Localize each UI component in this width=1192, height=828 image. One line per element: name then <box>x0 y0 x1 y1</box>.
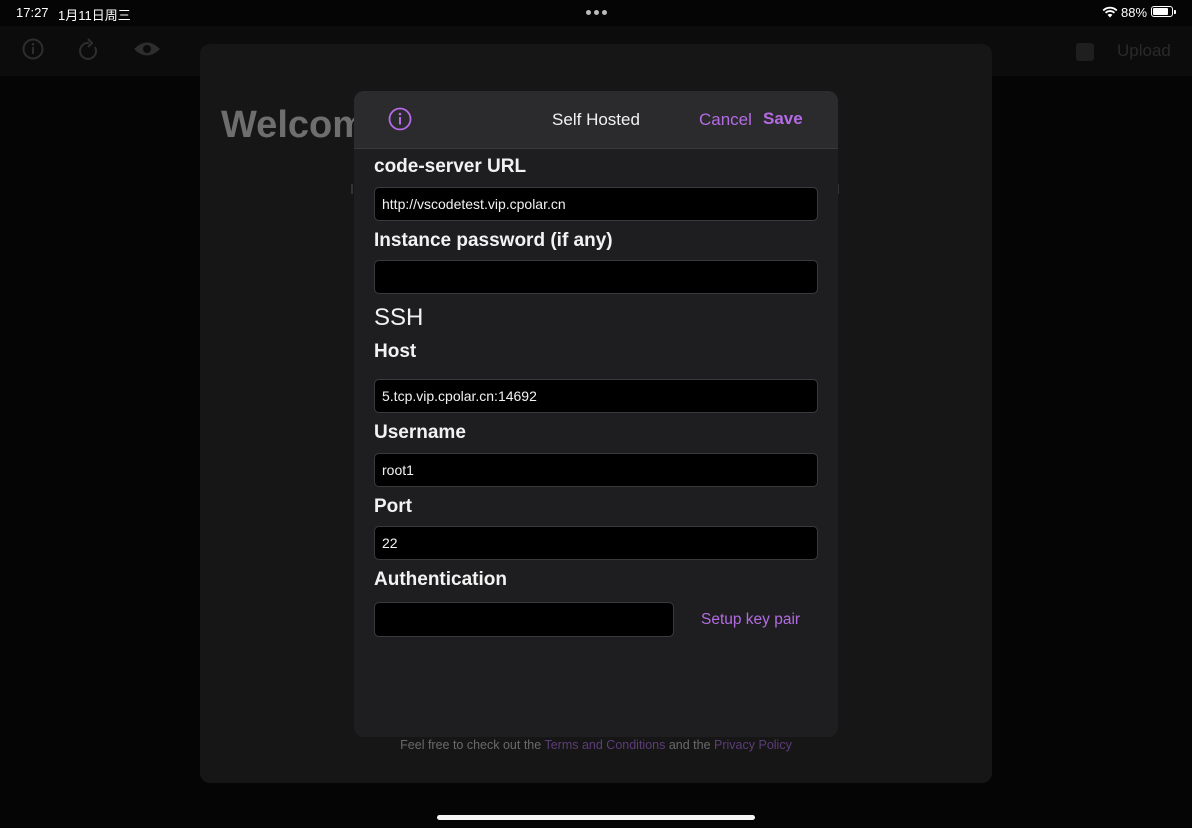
multitask-dots-icon[interactable] <box>586 10 607 15</box>
refresh-icon <box>79 38 98 60</box>
port-label: Port <box>374 496 412 517</box>
footer-middle: and the <box>665 738 715 752</box>
eye-icon <box>134 42 160 56</box>
authentication-label: Authentication <box>374 569 507 590</box>
host-label: Host <box>374 341 417 362</box>
home-indicator[interactable] <box>437 815 755 820</box>
battery-percent: 88% <box>1121 5 1148 20</box>
info-icon <box>22 38 44 60</box>
code-server-url-input[interactable]: http://vscodetest.vip.cpolar.cn <box>374 187 818 221</box>
footer-text: Feel free to check out the Terms and Con… <box>200 738 992 752</box>
wifi-icon <box>1102 6 1118 18</box>
host-input[interactable]: 5.tcp.vip.cpolar.cn:14692 <box>374 379 818 413</box>
upload-checkbox <box>1076 43 1094 61</box>
setup-key-pair-button[interactable]: Setup key pair <box>701 611 800 629</box>
authentication-input[interactable] <box>374 602 674 637</box>
status-time: 17:27 <box>16 5 49 20</box>
save-button[interactable]: Save <box>763 109 803 129</box>
upload-label: Upload <box>1117 41 1171 60</box>
status-bar: 17:27 1月11日周三 88% <box>0 0 1192 24</box>
terms-link[interactable]: Terms and Conditions <box>544 738 665 752</box>
username-input[interactable]: root1 <box>374 453 818 487</box>
welcome-heading: Welcom <box>221 104 367 146</box>
battery-icon <box>1151 6 1176 17</box>
self-hosted-modal: Self Hosted Cancel Save code-server URL … <box>354 91 838 737</box>
modal-header: Self Hosted Cancel Save <box>354 91 838 149</box>
username-label: Username <box>374 422 466 443</box>
code-server-url-label: code-server URL <box>374 156 527 177</box>
port-input[interactable]: 22 <box>374 526 818 560</box>
screen: 17:27 1月11日周三 88% Upload Welcom Feel fre… <box>0 0 1192 828</box>
privacy-link[interactable]: Privacy Policy <box>714 738 792 752</box>
cancel-button[interactable]: Cancel <box>699 110 752 130</box>
background-divider <box>351 184 353 194</box>
ssh-section-title: SSH <box>374 304 424 331</box>
password-input[interactable] <box>374 260 818 294</box>
footer-prefix: Feel free to check out the <box>400 738 545 752</box>
status-date: 1月11日周三 <box>58 8 131 23</box>
password-label: Instance password (if any) <box>374 230 613 251</box>
